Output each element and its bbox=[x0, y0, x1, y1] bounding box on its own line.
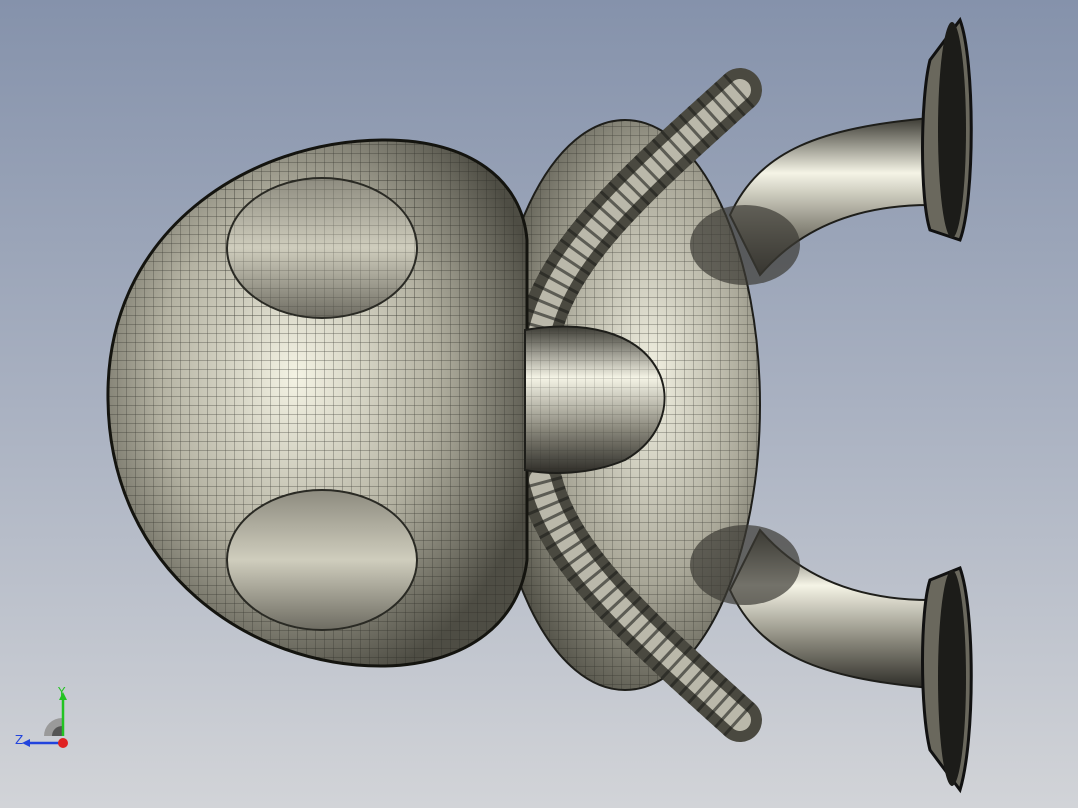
y-axis-label: Y bbox=[57, 685, 66, 699]
mushroom-cap bbox=[106, 138, 529, 668]
x-axis-dot bbox=[58, 738, 68, 748]
view-orientation-triad[interactable]: Y Z bbox=[10, 684, 80, 754]
z-axis-label: Z bbox=[15, 733, 23, 747]
cad-graphics-viewport[interactable]: Y Z bbox=[0, 0, 1078, 808]
mushroom-mesh-model[interactable] bbox=[0, 0, 1078, 808]
